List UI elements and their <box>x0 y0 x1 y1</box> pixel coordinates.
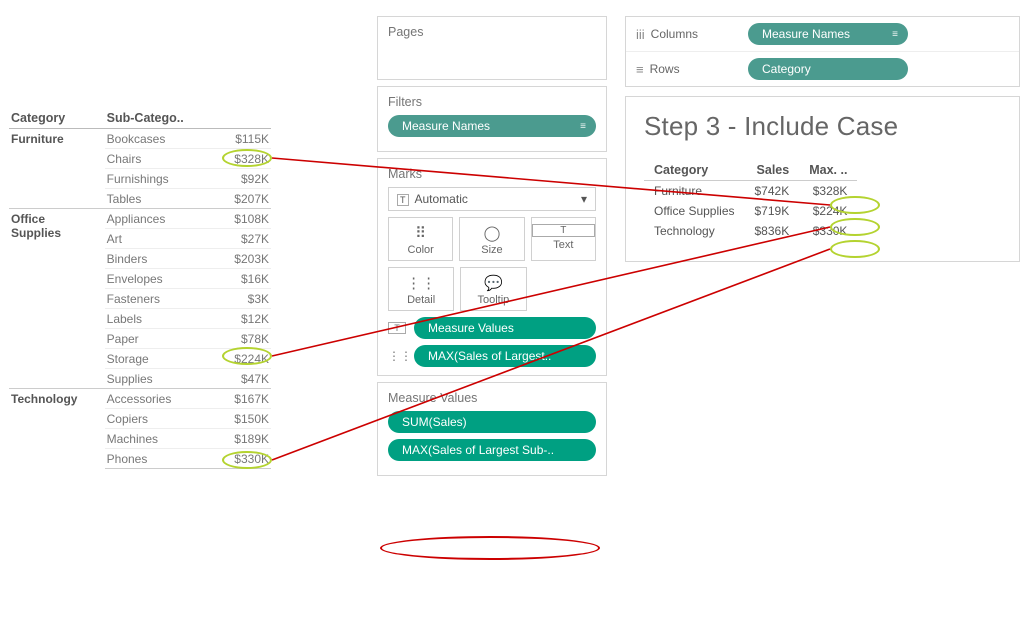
chevron-down-icon: ▾ <box>581 192 587 206</box>
shelves-panel: iiiColumns Measure Names ≡ ≡Rows Categor… <box>625 16 1020 87</box>
detail-encoding-icon: ⋮⋮ <box>388 349 406 363</box>
result-row: Furniture$742K$328K <box>644 181 857 202</box>
detail-icon: ⋮⋮ <box>389 274 453 292</box>
pill-menu-icon[interactable]: ≡ <box>892 29 898 40</box>
pill-max-sales-largest-detail[interactable]: MAX(Sales of Largest.. <box>414 345 596 367</box>
columns-icon: iii <box>636 27 645 42</box>
color-icon: ⠿ <box>389 224 452 242</box>
tooltip-icon: 💬 <box>461 274 525 292</box>
table-row: Technology Accessories$167K <box>9 389 271 409</box>
size-icon: ◯ <box>460 224 523 242</box>
source-crosstab[interactable]: Category Sub-Catego.. Furniture Bookcase… <box>9 108 271 469</box>
pill-sum-sales[interactable]: SUM(Sales) <box>388 411 596 433</box>
result-view[interactable]: Step 3 - Include Case Category Sales Max… <box>625 96 1020 262</box>
highlight-oval-red <box>380 536 600 560</box>
marks-detail-button[interactable]: ⋮⋮Detail <box>388 267 454 311</box>
marks-title: Marks <box>388 167 596 181</box>
pill-measure-values-text[interactable]: Measure Values <box>414 317 596 339</box>
filters-title: Filters <box>388 95 596 109</box>
header-category[interactable]: Category <box>9 108 105 129</box>
pill-category-rows[interactable]: Category <box>748 58 908 80</box>
columns-shelf[interactable]: iiiColumns Measure Names ≡ <box>626 17 1019 51</box>
worksheet-title[interactable]: Step 3 - Include Case <box>644 111 1001 142</box>
pill-max-sales-largest-sub[interactable]: MAX(Sales of Largest Sub-.. <box>388 439 596 461</box>
table-row: OfficeSupplies Appliances$108K <box>9 209 271 229</box>
text-icon: T <box>532 224 595 237</box>
header-value <box>203 108 271 129</box>
marks-size-button[interactable]: ◯Size <box>459 217 524 261</box>
text-mark-icon: T <box>397 194 409 206</box>
rows-shelf[interactable]: ≡Rows Category <box>626 51 1019 86</box>
result-header-max[interactable]: Max. .. <box>799 160 857 181</box>
measure-values-shelf[interactable]: Measure Values SUM(Sales) MAX(Sales of L… <box>377 382 607 476</box>
pill-measure-names-filter[interactable]: Measure Names ≡ <box>388 115 596 137</box>
result-header-category[interactable]: Category <box>644 160 745 181</box>
pill-menu-icon[interactable]: ≡ <box>580 121 586 132</box>
pill-measure-names-columns[interactable]: Measure Names ≡ <box>748 23 908 45</box>
marks-text-button[interactable]: TText <box>531 217 596 261</box>
result-row: Technology$836K$330K <box>644 221 857 241</box>
header-subcategory[interactable]: Sub-Catego.. <box>105 108 204 129</box>
result-header-sales[interactable]: Sales <box>745 160 800 181</box>
rows-icon: ≡ <box>636 62 644 77</box>
filters-shelf[interactable]: Filters Measure Names ≡ <box>377 86 607 152</box>
marks-color-button[interactable]: ⠿Color <box>388 217 453 261</box>
result-table[interactable]: Category Sales Max. .. Furniture$742K$32… <box>644 160 857 241</box>
marks-card[interactable]: Marks TAutomatic ▾ ⠿Color ◯Size TText ⋮⋮… <box>377 158 607 376</box>
marks-type-dropdown[interactable]: TAutomatic ▾ <box>388 187 596 211</box>
table-row: Furniture Bookcases $115K <box>9 129 271 149</box>
pages-title: Pages <box>388 25 596 39</box>
result-row: Office Supplies$719K$224K <box>644 201 857 221</box>
pages-shelf[interactable]: Pages <box>377 16 607 80</box>
text-encoding-icon: T <box>388 322 406 334</box>
measure-values-title: Measure Values <box>388 391 596 405</box>
marks-tooltip-button[interactable]: 💬Tooltip <box>460 267 526 311</box>
